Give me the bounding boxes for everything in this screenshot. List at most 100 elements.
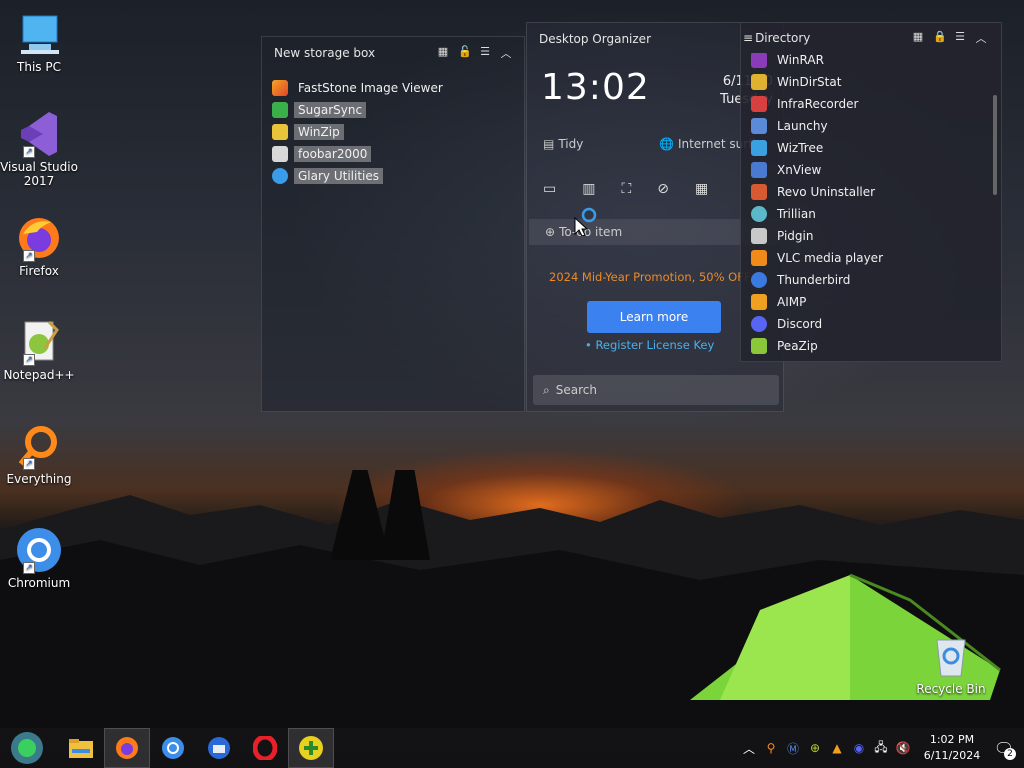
directory-header[interactable]: ≡ Directory ▦ 🔒 ☰ ︿ — [741, 23, 1001, 53]
list-item[interactable]: FastStone Image Viewer — [262, 77, 524, 99]
taskbar: ︿ ⚲ Ⓜ ⊕ ▲ ◉ 🖧 🔇 1:02 PM 6/11/2024 🗨 2 — [0, 728, 1024, 768]
list-item[interactable]: WinZip — [262, 121, 524, 143]
desktop-icon-visual-studio[interactable]: ↗ Visual Studio 2017 — [0, 110, 78, 188]
start-orb-icon — [11, 732, 43, 764]
list-item-label: Glary Utilities — [294, 168, 383, 184]
list-item[interactable]: WizTree — [741, 137, 991, 159]
organizer-plus-icon — [299, 736, 323, 760]
taskbar-firefox[interactable] — [104, 728, 150, 768]
glary-utilities-icon — [272, 168, 288, 184]
quick-tools: ▭ ▥ ⛶ ⊘ ▦ — [543, 181, 708, 197]
pidgin-icon — [751, 228, 767, 244]
list-item[interactable]: foobar2000 — [262, 143, 524, 165]
list-item[interactable]: Revo Uninstaller — [741, 181, 991, 203]
list-item[interactable]: XnView — [741, 159, 991, 181]
search-input[interactable]: ⌕ Search — [533, 375, 779, 405]
menu-icon[interactable]: ☰ — [954, 30, 966, 46]
windirstat-icon — [751, 74, 767, 90]
desktop-icon-label: Chromium — [7, 576, 71, 590]
notification-count-badge: 2 — [1004, 748, 1016, 760]
list-item[interactable]: SugarSync — [262, 99, 524, 121]
list-item[interactable]: Discord — [741, 313, 991, 335]
desktop-icon-label: Firefox — [19, 264, 59, 278]
maxthon-tray-icon[interactable]: Ⓜ — [782, 740, 804, 757]
grid-view-icon[interactable]: ▦ — [437, 45, 449, 61]
taskbar-opera[interactable] — [242, 728, 288, 768]
notification-center-button[interactable]: 🗨 2 — [984, 728, 1024, 768]
collapse-icon[interactable]: ︿ — [500, 45, 512, 61]
list-item[interactable]: Launchy — [741, 115, 991, 137]
storage-box-list: FastStone Image Viewer SugarSync WinZip … — [262, 69, 524, 187]
storage-box-header[interactable]: New storage box ▦ 🔓 ☰ ︿ — [262, 37, 524, 69]
calculator-icon[interactable]: ▦ — [695, 181, 708, 197]
learn-more-button[interactable]: Learn more — [587, 301, 721, 333]
taskbar-desktop-organizer[interactable] — [288, 728, 334, 768]
discord-tray-icon[interactable]: ◉ — [848, 741, 870, 755]
unlock-icon[interactable]: 🔓 — [458, 45, 472, 61]
tidy-button[interactable]: ▤ Tidy — [543, 137, 583, 151]
everything-tray-icon[interactable]: ⚲ — [760, 741, 782, 755]
computer-icon — [15, 10, 63, 58]
list-item[interactable]: VLC media player — [741, 247, 991, 269]
storage-box-panel[interactable]: New storage box ▦ 🔓 ☰ ︿ FastStone Image … — [261, 36, 525, 412]
winzip-icon — [272, 124, 288, 140]
list-item[interactable]: Thunderbird — [741, 269, 991, 291]
firefox-icon: ↗ — [15, 214, 63, 262]
opera-icon — [253, 736, 277, 760]
list-item[interactable]: PeaZip — [741, 335, 991, 357]
network-icon[interactable]: 🖧 — [870, 738, 892, 759]
hide-icon[interactable]: ⊘ — [657, 181, 669, 197]
list-item[interactable]: InfraRecorder — [741, 93, 991, 115]
promo-text: 2024 Mid-Year Promotion, 50% OFF — [549, 270, 751, 284]
organizer-tray-icon[interactable]: ⊕ — [804, 741, 826, 755]
register-license-link[interactable]: • Register License Key — [585, 338, 714, 352]
list-item[interactable]: WinDirStat — [741, 71, 991, 93]
lock-icon[interactable]: 🔒 — [933, 30, 947, 46]
desktop-icon-label: Recycle Bin — [916, 682, 986, 696]
directory-panel[interactable]: ≡ Directory ▦ 🔒 ☰ ︿ WinRAR WinDirStat In… — [740, 22, 1002, 362]
shortcut-arrow-icon: ↗ — [23, 250, 35, 262]
shortcut-arrow-icon: ↗ — [23, 562, 35, 574]
grid-view-icon[interactable]: ▦ — [912, 30, 924, 46]
list-item[interactable]: Pidgin — [741, 225, 991, 247]
taskbar-thunderbird[interactable] — [196, 728, 242, 768]
list-item-label: FastStone Image Viewer — [298, 81, 443, 95]
desktop-icon-label: This PC — [17, 60, 61, 74]
document-icon[interactable]: ▥ — [582, 181, 595, 197]
start-button[interactable] — [0, 728, 54, 768]
taskbar-chromium[interactable] — [150, 728, 196, 768]
list-item[interactable]: Glary Utilities — [262, 165, 524, 187]
screenshot-icon[interactable]: ⛶ — [621, 181, 631, 197]
globe-icon: 🌐 — [659, 137, 674, 151]
list-item[interactable]: WinRAR — [741, 53, 991, 71]
menu-icon[interactable]: ☰ — [479, 45, 491, 61]
directory-scrollbar[interactable] — [993, 95, 997, 195]
faststone-icon — [272, 80, 288, 96]
thunderbird-icon — [751, 272, 767, 288]
folder-icon — [69, 739, 93, 758]
menu-icon[interactable]: ≡ — [743, 31, 753, 45]
desktop-icon-label: Notepad++ — [3, 368, 75, 382]
tidy-label: Tidy — [558, 137, 584, 151]
revo-uninstaller-icon — [751, 184, 767, 200]
drive-icon[interactable]: ▭ — [543, 181, 556, 197]
list-item[interactable]: Trillian — [741, 203, 991, 225]
launchy-icon — [751, 118, 767, 134]
collapse-icon[interactable]: ︿ — [975, 30, 987, 46]
desktop-icon-firefox[interactable]: ↗ Firefox — [0, 214, 78, 278]
storage-box-title: New storage box — [274, 46, 376, 60]
desktop-icon-chromium[interactable]: ↗ Chromium — [0, 526, 78, 590]
list-item[interactable]: AIMP — [741, 291, 991, 313]
aimp-tray-icon[interactable]: ▲ — [826, 741, 848, 755]
desktop-icon-notepad-plus-plus[interactable]: ↗ Notepad++ — [0, 318, 78, 382]
search-placeholder: Search — [555, 383, 597, 397]
visual-studio-icon: ↗ — [15, 110, 63, 158]
desktop-icon-this-pc[interactable]: This PC — [0, 10, 78, 74]
taskbar-file-explorer[interactable] — [58, 728, 104, 768]
volume-muted-icon[interactable]: 🔇 — [892, 741, 914, 755]
desktop-icon-recycle-bin[interactable]: Recycle Bin — [912, 632, 990, 696]
tray-clock[interactable]: 1:02 PM 6/11/2024 — [920, 732, 984, 764]
show-hidden-icons-chevron-icon[interactable]: ︿ — [738, 740, 760, 757]
desktop-icon-everything[interactable]: ↗ Everything — [0, 422, 78, 486]
add-circle-icon: ⊕ — [545, 225, 556, 239]
